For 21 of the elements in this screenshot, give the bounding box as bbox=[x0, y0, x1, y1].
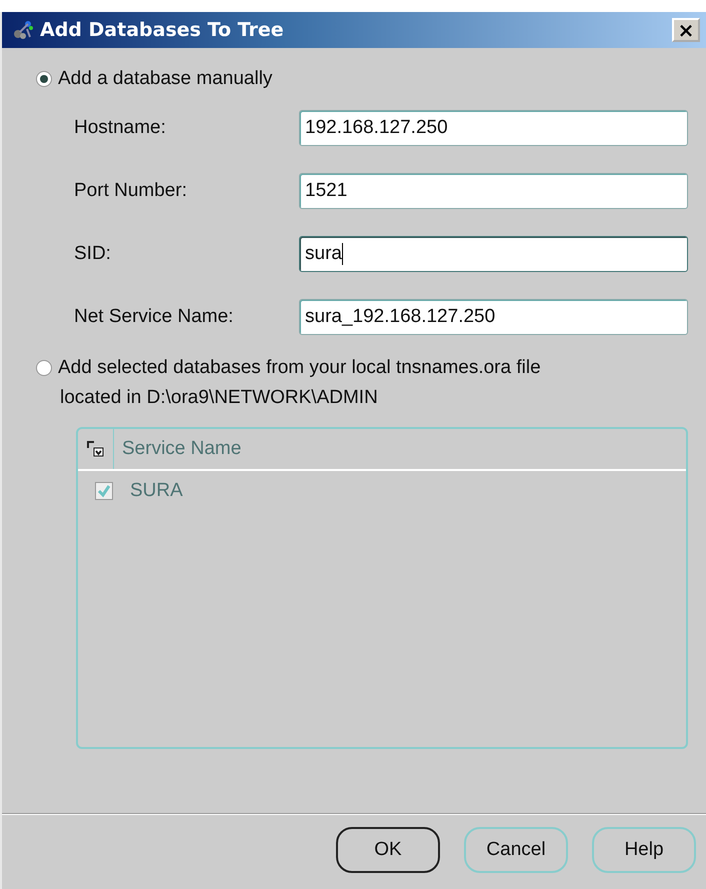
radio-label: Add a database manually bbox=[58, 68, 272, 90]
dialog-button[interactable]: Cancel bbox=[464, 827, 568, 873]
location-note: located in D:\ora9\NETWORK\ADMIN bbox=[60, 387, 379, 409]
input-field[interactable]: 1521 bbox=[299, 173, 688, 209]
window-title: Add Databases To Tree bbox=[40, 19, 285, 41]
dialog-button[interactable]: OK bbox=[336, 827, 440, 873]
dialog-button[interactable]: Help bbox=[592, 827, 696, 873]
radio-label: Add selected databases from your local tnsnames.ora file bbox=[58, 357, 541, 379]
input-field[interactable]: 192.168.127.250 bbox=[299, 110, 688, 146]
field-label: Net Service Name: bbox=[74, 306, 234, 328]
checkbox-column-icon bbox=[86, 441, 104, 457]
table-cell: SURA bbox=[130, 480, 183, 502]
close-button[interactable]: × bbox=[672, 18, 700, 42]
input-field[interactable]: sura_192.168.127.250 bbox=[299, 299, 688, 335]
radio-button[interactable] bbox=[36, 360, 52, 376]
input-field[interactable]: sura bbox=[299, 236, 688, 272]
field-label: SID: bbox=[74, 243, 112, 265]
network-icon bbox=[12, 19, 36, 41]
radio-button[interactable] bbox=[36, 71, 52, 87]
field-label: Hostname: bbox=[74, 117, 167, 139]
field-label: Port Number: bbox=[74, 180, 188, 202]
